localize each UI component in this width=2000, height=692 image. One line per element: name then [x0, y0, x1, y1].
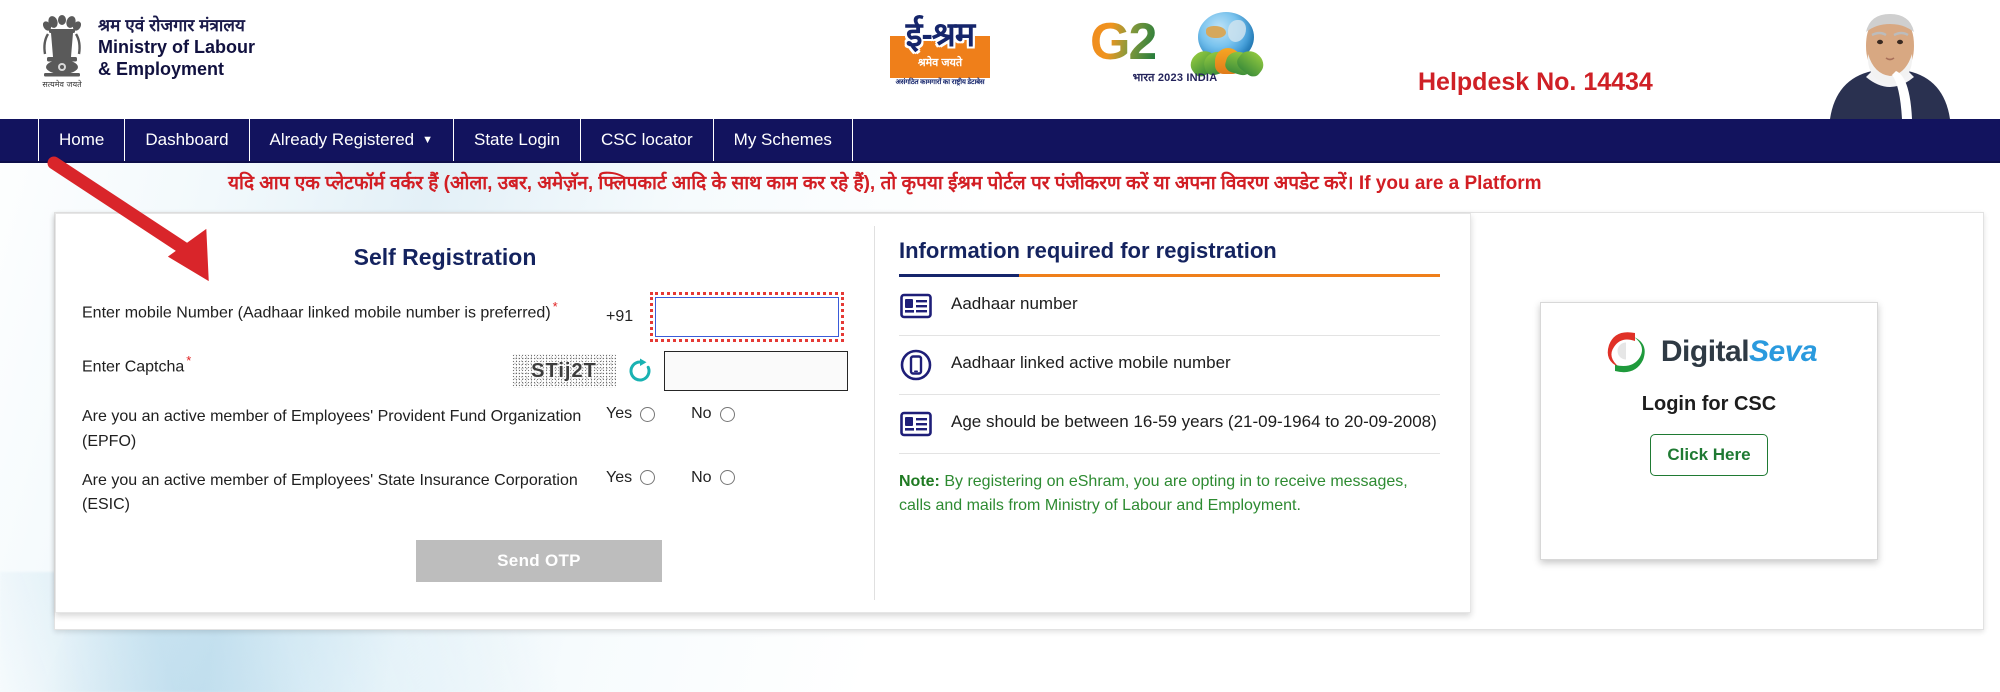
captcha-row: Enter Captcha * STij2T — [82, 351, 848, 391]
nav-item-label: State Login — [474, 130, 561, 149]
self-registration-column: Self Registration Enter mobile Number (A… — [56, 214, 874, 612]
captcha-control: STij2T — [512, 351, 848, 391]
mobile-number-label-text: Enter mobile Number (Aadhaar linked mobi… — [82, 304, 551, 322]
eshram-logo-word: ई-श्रम — [905, 16, 975, 54]
emblem-motto-text: सत्यमेव जयते — [42, 79, 82, 89]
mobile-number-row: Enter mobile Number (Aadhaar linked mobi… — [82, 292, 848, 342]
information-panel-title: Information required for registration — [899, 238, 1277, 263]
captcha-label-text: Enter Captcha — [82, 358, 185, 376]
epfo-label: Are you an active member of Employees' P… — [82, 408, 582, 450]
epfo-no-label: No — [691, 405, 712, 422]
info-row-text: Aadhaar number — [951, 294, 1078, 313]
ministry-name-english-line1: Ministry of Labour — [98, 37, 255, 58]
page-title: Self Registration — [353, 244, 537, 270]
registration-note: Note: By registering on eShram, you are … — [899, 470, 1440, 518]
note-label: Note: — [899, 473, 940, 490]
send-otp-button[interactable]: Send OTP — [416, 540, 662, 583]
info-row-text: Age should be between 16-59 years (21-09… — [951, 412, 1437, 431]
esic-yes-radio[interactable] — [640, 470, 656, 486]
esic-yes-label: Yes — [606, 468, 633, 486]
prime-minister-portrait-icon — [1800, 2, 1980, 119]
csc-login-card: DigitalSeva Login for CSC Click Here — [1540, 302, 1878, 560]
mobile-number-input[interactable] — [650, 292, 845, 342]
country-code-prefix: +91 — [606, 308, 634, 325]
csc-card-subtitle: Login for CSC — [1641, 393, 1777, 415]
g20-logo: G2 भारत 2023 INDIA — [1090, 10, 1269, 88]
digital-seva-mark-icon — [1601, 329, 1651, 375]
prime-minister-photo — [1782, 0, 2000, 119]
nav-item-my-schemes[interactable]: My Schemes — [714, 119, 853, 161]
eshram-logo: ई-श्रम श्रमेव जयते असंगठित कामगारों का र… — [884, 8, 996, 88]
announcement-marquee: यदि आप एक प्लेटफॉर्म वर्कर हैं (ओला, उबर… — [0, 163, 2000, 201]
send-otp-row: Send OTP — [82, 540, 848, 583]
required-asterisk: * — [186, 353, 192, 368]
epfo-radio-group: Yes No — [606, 405, 735, 423]
digital-seva-word-light: Seva — [1749, 335, 1818, 368]
refresh-captcha-icon[interactable] — [626, 357, 654, 385]
esic-no-radio[interactable] — [719, 470, 735, 486]
epfo-row: Are you an active member of Employees' P… — [82, 405, 848, 455]
nav-item-label: My Schemes — [733, 130, 832, 149]
info-row-mobile-number: Aadhaar linked active mobile number — [899, 336, 1440, 395]
digital-seva-word-dark: Digital — [1660, 335, 1750, 368]
ministry-name-hindi: श्रम एवं रोजगार मंत्रालय — [98, 16, 245, 35]
digital-seva-logo: DigitalSeva — [1541, 329, 1877, 375]
eshram-logo-tagline: श्रमेव जयते — [917, 57, 963, 69]
info-row-age-range: Age should be between 16-59 years (21-09… — [899, 395, 1440, 454]
chevron-down-icon: ▼ — [422, 134, 433, 146]
national-emblem-icon: सत्यमेव जयते — [38, 9, 86, 101]
esic-row: Are you an active member of Employees' S… — [82, 469, 848, 519]
esic-radio-group: Yes No — [606, 469, 735, 487]
information-column: Information required for registration Aa… — [875, 214, 1470, 612]
epfo-yes-label: Yes — [606, 405, 633, 422]
nav-item-label: Already Registered — [269, 130, 415, 149]
note-text: By registering on eShram, you are opting… — [899, 473, 1408, 514]
marquee-text: यदि आप एक प्लेटफॉर्म वर्कर हैं (ओला, उबर… — [228, 173, 1542, 194]
nav-item-dashboard[interactable]: Dashboard — [125, 119, 250, 161]
captcha-label: Enter Captcha * — [82, 351, 512, 380]
id-card-icon — [899, 289, 933, 323]
main-navigation: Home Dashboard Already Registered ▼ Stat… — [0, 119, 2000, 163]
nav-item-label: Home — [59, 130, 105, 149]
nav-item-home[interactable]: Home — [38, 119, 126, 161]
site-header: सत्यमेव जयते श्रम एवं रोजगार मंत्रालय Mi… — [0, 0, 2000, 119]
ministry-name-english-line2: & Employment — [98, 59, 225, 80]
nav-item-label: Dashboard — [145, 130, 229, 149]
captcha-input[interactable] — [664, 351, 848, 391]
epfo-no-radio[interactable] — [719, 406, 735, 422]
g20-caption: भारत 2023 INDIA — [1132, 72, 1218, 84]
nav-item-already-registered[interactable]: Already Registered ▼ — [250, 119, 454, 161]
g20-logo-text: G2 — [1090, 13, 1157, 71]
required-asterisk: * — [552, 299, 558, 314]
digital-seva-wordmark: DigitalSeva — [1660, 335, 1818, 369]
title-underline — [899, 274, 1440, 277]
info-row-aadhaar-number: Aadhaar number — [899, 277, 1440, 336]
esic-no-label: No — [691, 468, 712, 486]
nav-item-label: CSC locator — [601, 130, 693, 149]
captcha-image: STij2T — [512, 354, 616, 388]
info-row-text: Aadhaar linked active mobile number — [951, 353, 1231, 372]
ministry-branding: सत्यमेव जयते श्रम एवं रोजगार मंत्रालय Mi… — [38, 9, 255, 101]
nav-item-state-login[interactable]: State Login — [454, 119, 582, 161]
registration-panel: Self Registration Enter mobile Number (A… — [55, 213, 1471, 613]
mobile-number-label: Enter mobile Number (Aadhaar linked mobi… — [82, 297, 606, 326]
csc-click-here-button[interactable]: Click Here — [1650, 434, 1768, 476]
esic-label: Are you an active member of Employees' S… — [82, 471, 578, 514]
ministry-name-block: श्रम एवं रोजगार मंत्रालय Ministry of Lab… — [98, 9, 255, 81]
eshram-logo-subtagline: असंगठित कामगारों का राष्ट्रीय डेटाबेस — [895, 79, 985, 86]
mobile-phone-icon — [899, 348, 933, 382]
captcha-code-text: STij2T — [531, 359, 597, 382]
mobile-number-control: +91 — [606, 292, 845, 342]
epfo-yes-radio[interactable] — [640, 406, 656, 422]
id-card-icon — [899, 407, 933, 441]
nav-item-csc-locator[interactable]: CSC locator — [581, 119, 714, 161]
helpdesk-number: Helpdesk No. 14434 — [1418, 68, 1653, 96]
